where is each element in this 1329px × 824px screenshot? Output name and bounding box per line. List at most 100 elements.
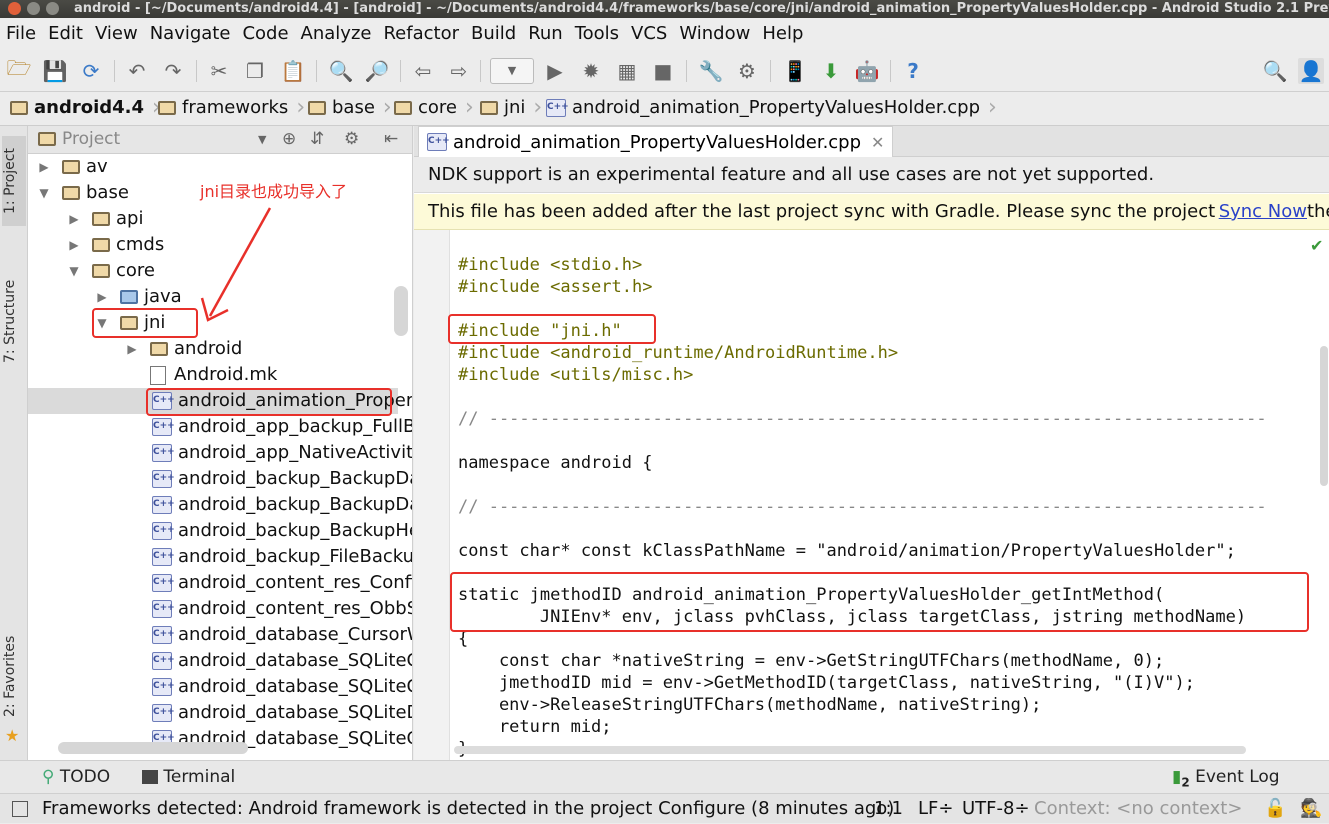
close-window-button[interactable]: [8, 2, 21, 15]
menu-refactor[interactable]: Refactor: [377, 18, 459, 50]
cpp-file-icon: C++: [152, 678, 175, 696]
tree-item[interactable]: ▶ android: [28, 336, 398, 362]
editor-tab-active[interactable]: C++ android_animation_PropertyValuesHold…: [418, 126, 894, 157]
breadcrumb-jni[interactable]: jni ›: [480, 92, 542, 124]
breadcrumb-android44[interactable]: android4.4 ›: [10, 92, 161, 124]
redo-icon[interactable]: ↷: [160, 58, 186, 84]
menu-window[interactable]: Window: [673, 18, 750, 50]
tree-item[interactable]: C++android_app_NativeActivity.cpp: [28, 440, 412, 466]
tree-item[interactable]: C++android_content_res_Configuration.cpp: [28, 570, 412, 596]
tree-item[interactable]: C++android_backup_FileBackupHelperBase.c…: [28, 544, 412, 570]
project-view-icon: [38, 132, 56, 146]
menu-code[interactable]: Code: [236, 18, 288, 50]
status-toggle-icon[interactable]: [12, 801, 28, 817]
menu-help[interactable]: Help: [756, 18, 803, 50]
favorites-tool-tab[interactable]: 2: Favorites: [2, 626, 26, 726]
menu-navigate[interactable]: Navigate: [144, 18, 231, 50]
menu-analyze[interactable]: Analyze: [295, 18, 372, 50]
highlight-selected-file: [146, 388, 392, 416]
tree-item[interactable]: C++android_database_SQLiteConnection.cpp: [28, 674, 412, 700]
code-view[interactable]: #include <stdio.h> #include <assert.h> #…: [458, 230, 1328, 760]
find-icon[interactable]: 🔍: [328, 58, 354, 84]
cut-icon[interactable]: ✂: [206, 58, 232, 84]
undo-icon[interactable]: ↶: [124, 58, 150, 84]
menu-tools[interactable]: Tools: [569, 18, 619, 50]
project-vertical-scrollbar[interactable]: [394, 286, 408, 336]
breadcrumb-base[interactable]: base ›: [308, 92, 392, 124]
menu-view[interactable]: View: [89, 18, 138, 50]
avd-manager-icon[interactable]: 📱: [782, 58, 808, 84]
chevron-right-icon: ›: [533, 95, 543, 120]
structure-tool-tab[interactable]: 7: Structure: [2, 266, 26, 376]
collapse-arrow-icon[interactable]: ▼: [66, 258, 82, 284]
status-message[interactable]: Frameworks detected: Android framework i…: [42, 794, 894, 824]
maximize-window-button[interactable]: [46, 2, 59, 15]
caret-position[interactable]: 1:1: [874, 794, 903, 824]
coverage-icon[interactable]: ▦: [614, 58, 640, 84]
tree-item[interactable]: C++android_app_backup_FullBackup.cpp: [28, 414, 412, 440]
run-config-dropdown[interactable]: ▼: [490, 58, 534, 84]
stop-icon[interactable]: ■: [650, 58, 676, 84]
gear-icon[interactable]: ⚙: [344, 126, 359, 153]
forward-icon[interactable]: ⇨: [446, 58, 472, 84]
tree-item[interactable]: C++android_backup_BackupDataInput.cpp: [28, 466, 412, 492]
expand-arrow-icon[interactable]: ▶: [94, 284, 110, 310]
expand-arrow-icon[interactable]: ▶: [66, 232, 82, 258]
menu-run[interactable]: Run: [522, 18, 563, 50]
tree-item[interactable]: C++android_database_SQLiteDebug.cpp: [28, 700, 412, 726]
paste-icon[interactable]: 📋: [280, 58, 306, 84]
tree-item[interactable]: C++android_backup_BackupDataOutput.cpp: [28, 492, 412, 518]
project-structure-icon[interactable]: 🔧: [698, 58, 724, 84]
save-icon[interactable]: 💾: [42, 58, 68, 84]
tree-item[interactable]: C++android_backup_BackupHelperDispatcher…: [28, 518, 412, 544]
menu-edit[interactable]: Edit: [42, 18, 83, 50]
todo-tool-button[interactable]: ⚲ TODO: [42, 761, 110, 793]
editor-vertical-scrollbar[interactable]: [1320, 346, 1328, 486]
close-tab-icon[interactable]: ✕: [871, 128, 884, 157]
expand-arrow-icon[interactable]: ▶: [66, 206, 82, 232]
tree-item[interactable]: Android.mk: [28, 362, 398, 388]
user-avatar-icon[interactable]: 👤: [1298, 58, 1324, 84]
project-tool-tab[interactable]: 1: Project: [2, 136, 26, 226]
android-device-monitor-icon[interactable]: 🤖: [854, 58, 880, 84]
menu-file[interactable]: File: [0, 18, 36, 50]
line-separator[interactable]: LF÷: [918, 794, 953, 824]
view-dropdown-chevron-icon[interactable]: ▼: [258, 126, 266, 153]
tree-item[interactable]: C++android_database_SQLiteCommon.cpp: [28, 648, 412, 674]
copy-icon[interactable]: ❐: [242, 58, 268, 84]
project-settings-icon[interactable]: ⚙: [734, 58, 760, 84]
project-horizontal-scrollbar[interactable]: [58, 742, 248, 754]
minimize-window-button[interactable]: [27, 2, 40, 15]
sync-now-link[interactable]: Sync Now: [1218, 194, 1307, 229]
menu-vcs[interactable]: VCS: [625, 18, 667, 50]
file-encoding[interactable]: UTF-8÷: [962, 794, 1030, 824]
run-icon[interactable]: ▶: [542, 58, 568, 84]
collapse-arrow-icon[interactable]: ▼: [36, 180, 52, 206]
collapse-all-icon[interactable]: ⇵: [310, 126, 324, 153]
sync-icon[interactable]: ⟳: [78, 58, 104, 84]
editor-horizontal-scrollbar[interactable]: [454, 746, 1246, 754]
terminal-tool-button[interactable]: Terminal: [142, 761, 235, 793]
tree-item[interactable]: ▶ av: [28, 154, 398, 180]
tree-item[interactable]: C++android_database_CursorWindow.cpp: [28, 622, 412, 648]
help-icon[interactable]: ?: [900, 58, 926, 84]
breadcrumb-file[interactable]: C++ android_animation_PropertyValuesHolde…: [546, 92, 997, 124]
open-folder-icon[interactable]: 🗁: [6, 56, 32, 84]
back-icon[interactable]: ⇦: [410, 58, 436, 84]
lock-icon[interactable]: 🔓: [1264, 794, 1286, 824]
expand-arrow-icon[interactable]: ▶: [124, 336, 140, 362]
hide-panel-icon[interactable]: ⇤: [384, 126, 398, 153]
tree-item[interactable]: C++android_content_res_ObbScanner.cpp: [28, 596, 412, 622]
replace-icon[interactable]: 🔎: [364, 58, 390, 84]
context-indicator[interactable]: Context: <no context>: [1034, 794, 1242, 824]
expand-arrow-icon[interactable]: ▶: [36, 154, 52, 180]
breadcrumb-frameworks[interactable]: frameworks ›: [158, 92, 305, 124]
folder-icon: [10, 101, 28, 115]
search-everywhere-icon[interactable]: 🔍: [1262, 58, 1288, 84]
sdk-manager-icon[interactable]: ⬇: [818, 58, 844, 84]
debug-icon[interactable]: ✹: [578, 58, 604, 84]
inspector-icon[interactable]: 🕵: [1300, 794, 1322, 824]
breadcrumb-core[interactable]: core ›: [394, 92, 474, 124]
scroll-from-source-icon[interactable]: ⊕: [282, 126, 296, 153]
menu-build[interactable]: Build: [465, 18, 516, 50]
